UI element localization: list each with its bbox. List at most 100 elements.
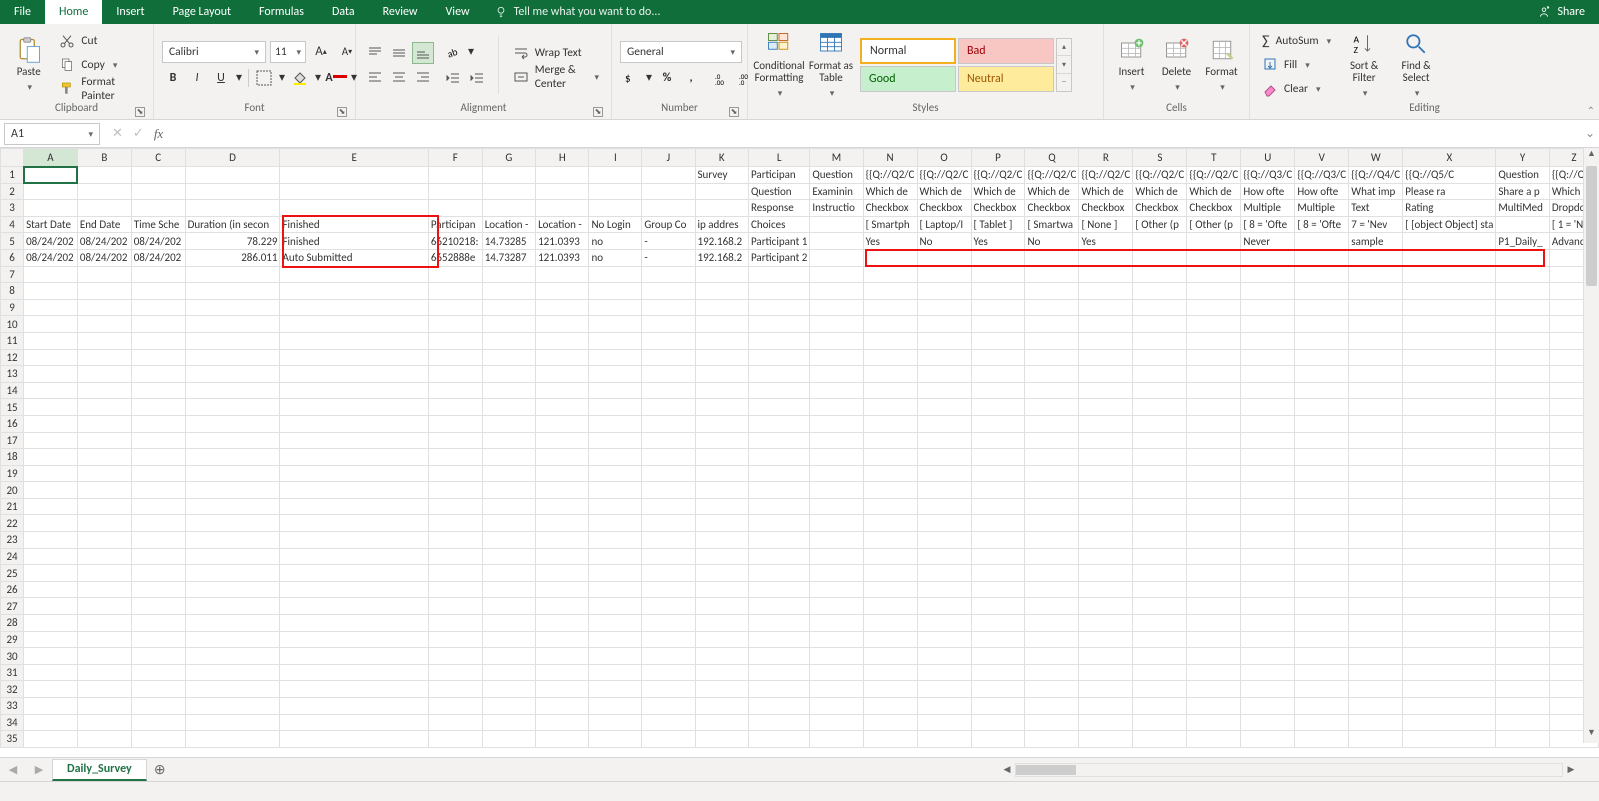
- cell-O3[interactable]: Checkbox: [917, 200, 971, 217]
- cell-O27[interactable]: [917, 598, 971, 615]
- cell-P1[interactable]: {{Q://Q2/C: [971, 167, 1025, 184]
- cell-D15[interactable]: [185, 399, 280, 416]
- cell-H16[interactable]: [536, 415, 589, 432]
- cell-A6[interactable]: 08/24/202: [24, 249, 78, 266]
- cell-M33[interactable]: [810, 698, 863, 715]
- cell-T4[interactable]: [ Other (p: [1187, 216, 1241, 233]
- cell-U18[interactable]: [1241, 449, 1295, 466]
- cell-C22[interactable]: [131, 515, 185, 532]
- cell-V25[interactable]: [1295, 565, 1349, 582]
- cell-C8[interactable]: [131, 283, 185, 300]
- cell-D33[interactable]: [185, 698, 280, 715]
- cell-V4[interactable]: [ 8 = 'Ofte: [1295, 216, 1349, 233]
- cell-T3[interactable]: Checkbox: [1187, 200, 1241, 217]
- cell-S27[interactable]: [1133, 598, 1187, 615]
- cell-Q10[interactable]: [1025, 316, 1079, 333]
- cell-B10[interactable]: [77, 316, 131, 333]
- increase-indent[interactable]: [466, 67, 488, 89]
- cell-D25[interactable]: [185, 565, 280, 582]
- cell-R24[interactable]: [1079, 548, 1133, 565]
- cell-Y15[interactable]: [1496, 399, 1549, 416]
- alignment-dialog-launcher[interactable]: ⬊: [593, 107, 603, 117]
- cell-N29[interactable]: [863, 631, 917, 648]
- cell-G15[interactable]: [482, 399, 535, 416]
- cell-U35[interactable]: [1241, 731, 1295, 748]
- cell-N4[interactable]: [ Smartph: [863, 216, 917, 233]
- cell-B33[interactable]: [77, 698, 131, 715]
- cell-H11[interactable]: [536, 332, 589, 349]
- cell-T10[interactable]: [1187, 316, 1241, 333]
- cell-S33[interactable]: [1133, 698, 1187, 715]
- cell-M8[interactable]: [810, 283, 863, 300]
- cell-O2[interactable]: Which de: [917, 183, 971, 200]
- cell-S34[interactable]: [1133, 714, 1187, 731]
- cell-A13[interactable]: [24, 366, 78, 383]
- cell-B15[interactable]: [77, 399, 131, 416]
- cell-P28[interactable]: [971, 615, 1025, 632]
- cell-I16[interactable]: [589, 415, 642, 432]
- cell-E16[interactable]: [280, 415, 428, 432]
- cell-S2[interactable]: Which de: [1133, 183, 1187, 200]
- cell-N35[interactable]: [863, 731, 917, 748]
- cell-V29[interactable]: [1295, 631, 1349, 648]
- cell-X20[interactable]: [1403, 482, 1496, 499]
- cell-M17[interactable]: [810, 432, 863, 449]
- cell-K19[interactable]: [695, 465, 748, 482]
- cell-D21[interactable]: [185, 498, 280, 515]
- cell-F35[interactable]: [428, 731, 482, 748]
- cell-N26[interactable]: [863, 581, 917, 598]
- cell-E2[interactable]: [280, 183, 428, 200]
- cell-M5[interactable]: [810, 233, 863, 250]
- cell-X15[interactable]: [1403, 399, 1496, 416]
- cell-P21[interactable]: [971, 498, 1025, 515]
- cell-H13[interactable]: [536, 366, 589, 383]
- cell-M27[interactable]: [810, 598, 863, 615]
- cell-F19[interactable]: [428, 465, 482, 482]
- cell-H12[interactable]: [536, 349, 589, 366]
- cell-J22[interactable]: [642, 515, 695, 532]
- cell-W7[interactable]: [1349, 266, 1403, 283]
- cell-A28[interactable]: [24, 615, 78, 632]
- cell-G30[interactable]: [482, 648, 535, 665]
- cell-J24[interactable]: [642, 548, 695, 565]
- cell-F27[interactable]: [428, 598, 482, 615]
- align-right[interactable]: [412, 66, 434, 88]
- cell-L17[interactable]: [748, 432, 809, 449]
- cell-S10[interactable]: [1133, 316, 1187, 333]
- tab-home[interactable]: Home: [45, 0, 102, 24]
- cell-B14[interactable]: [77, 382, 131, 399]
- cell-E26[interactable]: [280, 581, 428, 598]
- cell-L9[interactable]: [748, 299, 809, 316]
- cell-U12[interactable]: [1241, 349, 1295, 366]
- tab-nav-next[interactable]: ▶: [35, 763, 43, 776]
- row-header-35[interactable]: 35: [1, 731, 24, 748]
- cell-O16[interactable]: [917, 415, 971, 432]
- cell-S6[interactable]: [1133, 249, 1187, 266]
- cell-P20[interactable]: [971, 482, 1025, 499]
- cell-T5[interactable]: [1187, 233, 1241, 250]
- cell-Q26[interactable]: [1025, 581, 1079, 598]
- cell-N6[interactable]: [863, 249, 917, 266]
- cell-E19[interactable]: [280, 465, 428, 482]
- cell-M16[interactable]: [810, 415, 863, 432]
- cell-D20[interactable]: [185, 482, 280, 499]
- cell-I23[interactable]: [589, 532, 642, 549]
- cell-V28[interactable]: [1295, 615, 1349, 632]
- cell-M10[interactable]: [810, 316, 863, 333]
- cell-B22[interactable]: [77, 515, 131, 532]
- cell-W2[interactable]: What imp: [1349, 183, 1403, 200]
- cell-I29[interactable]: [589, 631, 642, 648]
- cell-Q3[interactable]: Checkbox: [1025, 200, 1079, 217]
- cell-W19[interactable]: [1349, 465, 1403, 482]
- cell-U1[interactable]: {{Q://Q3/C: [1241, 167, 1295, 184]
- cell-A14[interactable]: [24, 382, 78, 399]
- cell-C27[interactable]: [131, 598, 185, 615]
- cell-F1[interactable]: [428, 167, 482, 184]
- cell-I6[interactable]: no: [589, 249, 642, 266]
- cell-U26[interactable]: [1241, 581, 1295, 598]
- cell-Y12[interactable]: [1496, 349, 1549, 366]
- cell-H25[interactable]: [536, 565, 589, 582]
- col-header-S[interactable]: S: [1133, 149, 1187, 167]
- find-select-button[interactable]: Find & Select: [1393, 30, 1439, 100]
- cell-E17[interactable]: [280, 432, 428, 449]
